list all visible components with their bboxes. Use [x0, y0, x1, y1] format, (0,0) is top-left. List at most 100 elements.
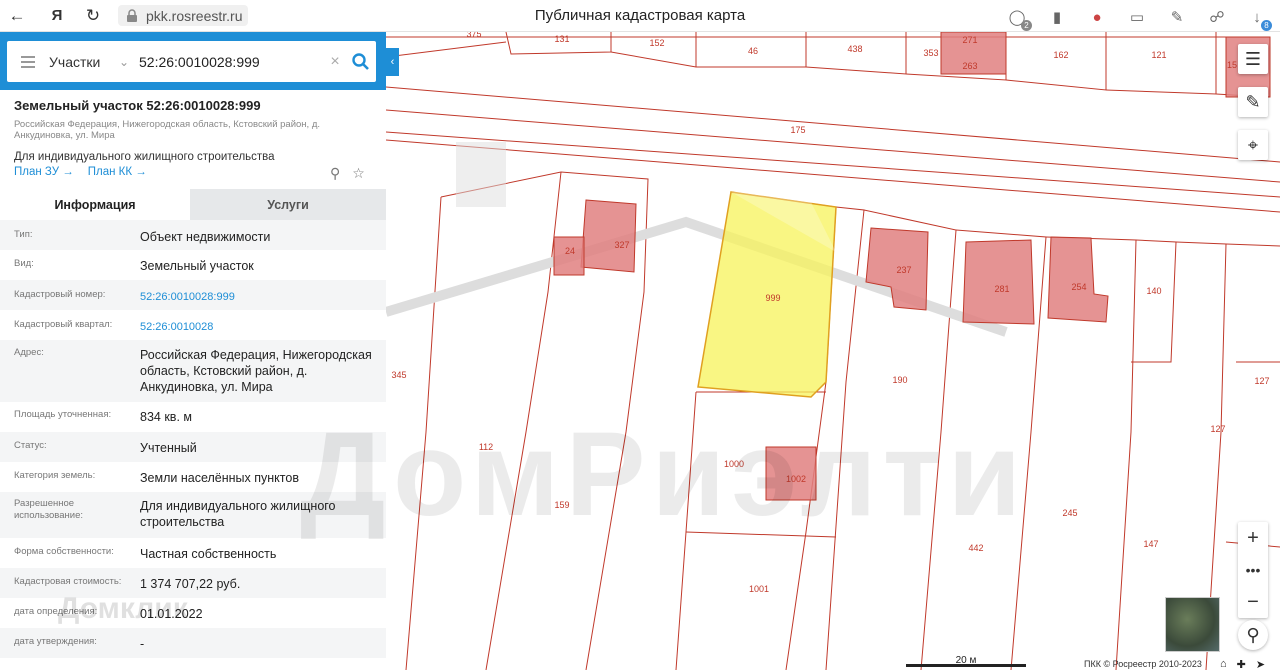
tab-services[interactable]: Услуги: [190, 189, 386, 220]
back-icon[interactable]: ←: [4, 3, 30, 29]
row-key: Вид:: [14, 258, 34, 269]
map-label: 375: [466, 32, 481, 39]
search-icon[interactable]: [346, 47, 376, 77]
map-label: 112: [479, 442, 493, 452]
bookmark-icon[interactable]: ▮: [1044, 4, 1070, 30]
info-table: Тип: Объект недвижимости Вид: Земельный уч…: [0, 220, 386, 658]
row-value: Объект недвижимости: [140, 230, 271, 244]
collapse-panel-button[interactable]: ‹: [386, 48, 399, 76]
yandex-icon[interactable]: Я: [44, 3, 70, 29]
tab-info[interactable]: Информация: [0, 189, 190, 220]
row-value: -: [140, 637, 145, 651]
map-label: 353: [923, 48, 938, 58]
map-label: 46: [748, 46, 758, 56]
row-value: 1 374 707,22 руб.: [140, 577, 241, 591]
map-label: 162: [1053, 50, 1068, 60]
clear-icon[interactable]: ×: [324, 53, 346, 71]
cadastral-map[interactable]: 375 131 152 46 438 353 271 263 162 121 1…: [386, 32, 1280, 670]
row-key: Статус:: [14, 440, 47, 451]
map-label: 140: [1146, 286, 1161, 296]
category-select[interactable]: Участки: [49, 54, 119, 70]
reload-icon[interactable]: ↻: [80, 3, 106, 29]
shield-icon[interactable]: ☍: [1204, 4, 1230, 30]
lock-icon: [124, 8, 140, 24]
table-row: Кадастровая стоимость: 1 374 707,22 руб.: [0, 568, 386, 598]
map-label: 245: [1062, 508, 1077, 518]
map-label: 15: [1227, 60, 1237, 70]
map-canvas[interactable]: 375 131 152 46 438 353 271 263 162 121 1…: [386, 32, 1280, 670]
map-label: 327: [614, 240, 629, 250]
translate-icon[interactable]: ◯ 2: [1004, 4, 1032, 31]
map-label: 281: [994, 284, 1009, 294]
table-row: дата определения: 01.01.2022: [0, 598, 386, 628]
compass-button[interactable]: ⚲: [1238, 620, 1268, 650]
map-label: 237: [896, 265, 911, 275]
copyright: ПКК © Росреестр 2010-2023: [1084, 659, 1202, 669]
map-label: 175: [790, 125, 805, 135]
home-icon[interactable]: ⌂: [1220, 658, 1227, 670]
address-bar[interactable]: pkk.rosreestr.ru: [118, 5, 249, 26]
map-label: 127: [1254, 376, 1269, 386]
search-bar: Участки ⌄ 52:26:0010028:999 ×: [0, 32, 386, 90]
row-value: Земельный участок: [140, 259, 254, 273]
basemap-switcher[interactable]: [1165, 597, 1220, 652]
row-value: Частная собственность: [140, 547, 277, 561]
map-label: 190: [892, 375, 907, 385]
zoom-in-button[interactable]: +: [1238, 522, 1268, 554]
info-panel: Участки ⌄ 52:26:0010028:999 × Земельный …: [0, 32, 386, 670]
row-key: дата утверждения:: [14, 636, 97, 647]
reader-icon[interactable]: ✎: [1164, 4, 1190, 30]
search-box: Участки ⌄ 52:26:0010028:999 ×: [7, 41, 376, 82]
table-row: Площадь уточненная: 834 кв. м: [0, 402, 386, 432]
map-label: 442: [968, 543, 983, 553]
tabs-count-badge: 2: [1021, 20, 1032, 31]
zoom-out-button[interactable]: −: [1238, 586, 1268, 618]
plan-zu-link[interactable]: План ЗУ →: [14, 166, 74, 178]
row-value: Земли населённых пунктов: [140, 471, 299, 485]
zoom-controls: + ••• −: [1238, 522, 1268, 618]
ruler-button[interactable]: ✎: [1238, 87, 1268, 117]
map-label: 999: [765, 293, 780, 303]
map-label: 159: [554, 500, 569, 510]
map-label: 1002: [786, 474, 806, 484]
table-row: Категория земель: Земли населённых пункто…: [0, 462, 386, 492]
row-key: Форма собственности:: [14, 546, 114, 557]
crosshair-icon[interactable]: ✚: [1237, 658, 1246, 670]
star-icon[interactable]: ☆: [352, 165, 365, 182]
cadastral-number-link[interactable]: 52:26:0010028:999: [140, 289, 378, 305]
map-label: 263: [962, 61, 977, 71]
cadastral-quarter-link[interactable]: 52:26:0010028: [140, 319, 378, 335]
map-label: 271: [962, 35, 977, 45]
share-icon[interactable]: ➤: [1256, 658, 1265, 670]
tabs: Информация Услуги: [0, 189, 386, 220]
chevron-down-icon[interactable]: ⌄: [119, 55, 139, 69]
map-label: 152: [649, 38, 664, 48]
row-key: Площадь уточненная:: [14, 409, 112, 420]
row-key: Кадастровый квартал:: [14, 319, 113, 330]
row-value: Российская Федерация, Нижегородская обла…: [140, 348, 372, 394]
plan-kk-link[interactable]: План КК →: [88, 166, 147, 178]
table-row: Адрес: Российская Федерация, Нижегородска…: [0, 340, 386, 402]
plan-links: План ЗУ → План КК →: [14, 166, 147, 178]
map-label: 345: [391, 370, 406, 380]
zoom-to-object-icon[interactable]: ⚲: [330, 165, 340, 182]
layers-button[interactable]: ☰: [1238, 44, 1268, 74]
map-label: 147: [1143, 539, 1158, 549]
menu-icon[interactable]: [7, 55, 49, 68]
locate-button[interactable]: ⌖: [1238, 130, 1268, 160]
object-title: Земельный участок 52:26:0010028:999: [14, 98, 261, 113]
download-icon[interactable]: ↓ 8: [1244, 4, 1272, 31]
table-row: Статус: Учтенный: [0, 432, 386, 462]
row-key: дата определения:: [14, 606, 98, 617]
row-value: 834 кв. м: [140, 410, 192, 424]
table-row: Вид: Земельный участок: [0, 250, 386, 280]
row-key: Кадастровый номер:: [14, 289, 106, 300]
battery-icon[interactable]: ▭: [1124, 4, 1150, 30]
extension-icon[interactable]: ●: [1084, 4, 1110, 30]
search-input[interactable]: 52:26:0010028:999: [139, 54, 324, 70]
object-address: Российская Федерация, Нижегородская обла…: [14, 119, 321, 141]
row-key: Кадастровая стоимость:: [14, 576, 122, 587]
scale-bar: 20 м: [906, 655, 1026, 667]
row-key: Разрешенное использование:: [14, 498, 84, 521]
more-icon[interactable]: •••: [1238, 554, 1268, 586]
